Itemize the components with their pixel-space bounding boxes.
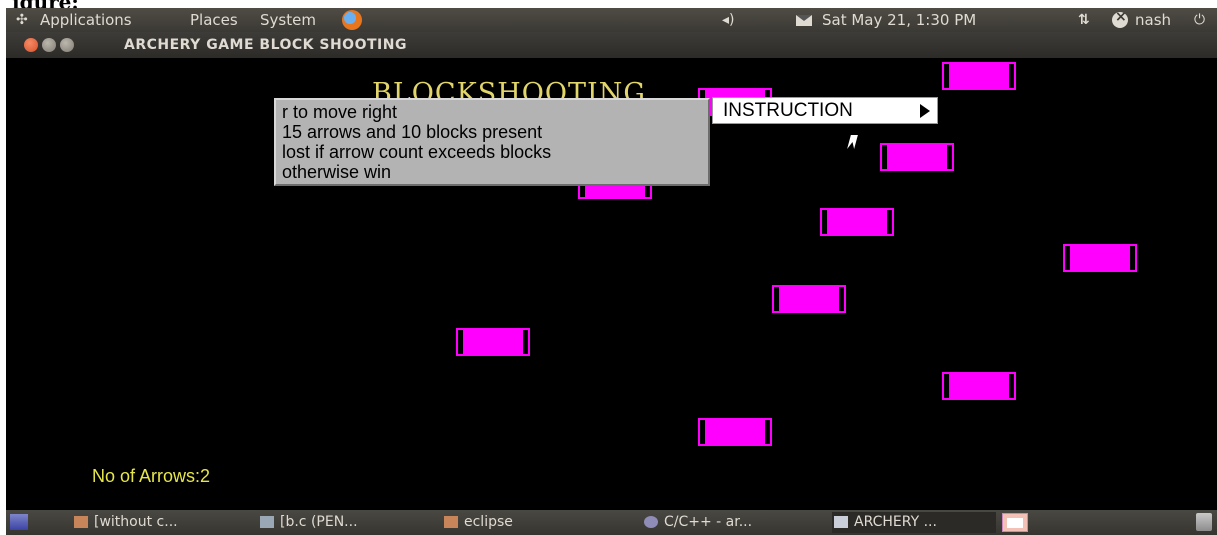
eclipse-icon [644,516,658,528]
network-icon[interactable]: ⇅ [1078,11,1090,29]
target-block [698,418,772,446]
trash-icon[interactable] [1196,513,1212,531]
window-title-bar[interactable]: ARCHERY GAME BLOCK SHOOTING [6,32,1217,58]
target-block [1063,244,1137,272]
minimize-window-button[interactable] [42,38,56,52]
instruction-menu-label: INSTRUCTION [723,100,853,121]
gnome-logo-icon[interactable]: ✣ [16,11,28,29]
target-block [942,372,1016,400]
instructions-panel: r to move right 15 arrows and 10 blocks … [274,98,710,186]
mouse-pointer-icon [847,135,858,149]
maximize-window-button[interactable] [60,38,74,52]
taskbar-item-label: C/C++ - ar... [664,514,753,530]
instruction-line: lost if arrow count exceeds blocks [282,142,552,162]
user-name[interactable]: nash [1135,10,1171,30]
target-block [772,285,846,313]
bottom-taskbar: [without c... [b.c (PEN... eclipse C/C++… [6,510,1217,535]
firefox-icon[interactable] [342,10,362,30]
taskbar-item[interactable]: C/C++ - ar... [642,512,822,533]
instruction-line: r to move right [282,102,398,122]
taskbar-item-label: ARCHERY ... [854,514,937,530]
top-panel: ✣ Applications Places System ◂) Sat May … [6,8,1217,32]
target-block [820,208,894,236]
power-icon[interactable]: ⏻ [1194,11,1205,29]
show-desktop-icon[interactable] [10,514,28,530]
taskbar-item-active[interactable]: ARCHERY ... [832,512,996,533]
taskbar-item-label: [b.c (PEN... [280,514,358,530]
window-icon [834,516,848,528]
taskbar-item[interactable]: [without c... [72,512,250,533]
taskbar-item[interactable]: eclipse [442,512,618,533]
applications-menu[interactable]: Applications [40,10,132,30]
taskbar-item-label: [without c... [94,514,178,530]
arrow-count-label: No of Arrows:2 [92,466,211,486]
workspace-switcher[interactable] [1002,513,1028,532]
desktop-screen: ✣ Applications Places System ◂) Sat May … [6,8,1217,535]
target-block [942,62,1016,90]
instruction-line: 15 arrows and 10 blocks present [282,122,543,142]
clock[interactable]: Sat May 21, 1:30 PM [822,10,976,30]
volume-icon[interactable]: ◂) [722,11,735,29]
window-title: ARCHERY GAME BLOCK SHOOTING [124,37,407,53]
instruction-menu-button[interactable]: INSTRUCTION [712,97,938,124]
taskbar-item[interactable]: [b.c (PEN... [258,512,432,533]
user-status-icon[interactable] [1112,9,1128,28]
figure-caption: igure: [12,0,79,14]
game-canvas[interactable]: BLOCKSHOOTING r to move right 15 arrows … [6,58,1217,510]
taskbar-item-label: eclipse [464,514,513,530]
instruction-line: otherwise win [282,162,392,182]
places-menu[interactable]: Places [190,10,238,30]
submenu-arrow-icon [920,104,930,118]
text-editor-icon [260,516,274,528]
target-block [880,143,954,171]
mail-icon[interactable] [796,15,812,26]
system-menu[interactable]: System [260,10,316,30]
target-block [456,328,530,356]
folder-icon [74,516,88,528]
folder-icon [444,516,458,528]
close-window-button[interactable] [24,38,38,52]
